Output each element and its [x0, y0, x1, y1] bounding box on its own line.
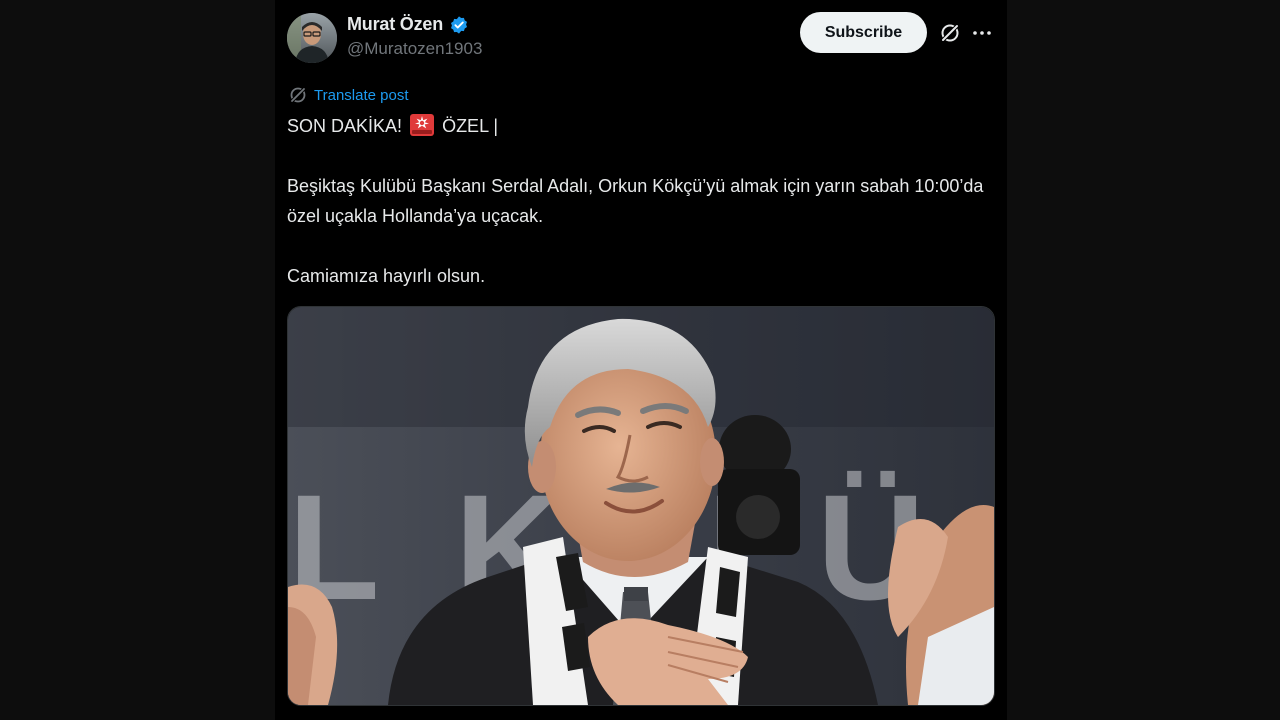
verified-badge-icon [449, 15, 469, 35]
grok-icon[interactable] [938, 21, 962, 45]
headline-text: SON DAKİKA! [287, 116, 403, 136]
author-display-name[interactable]: Murat Özen [347, 14, 443, 35]
post-line-headline: SON DAKİKA! ÖZEL | [287, 111, 987, 141]
post-paragraph-closing: Camiamıza hayırlı olsun. [287, 266, 486, 286]
special-label-text: ÖZEL | [442, 116, 499, 136]
post-paragraph-main: Beşiktaş Kulübü Başkanı Serdal Adalı, Or… [287, 176, 984, 226]
translate-icon [288, 85, 308, 105]
subscribe-button[interactable]: Subscribe [800, 12, 927, 53]
post-text: SON DAKİKA! ÖZEL | Beşiktaş Kulübü Başka… [287, 111, 987, 291]
more-options-icon[interactable] [971, 21, 993, 45]
user-avatar[interactable] [287, 13, 337, 63]
post-card: Murat Özen @Muratozen1903 Subscribe Tran… [275, 0, 1007, 720]
translate-post-link[interactable]: Translate post [314, 87, 409, 104]
post-media-photo[interactable]: L KULÜ [287, 306, 995, 706]
page: Murat Özen @Muratozen1903 Subscribe Tran… [0, 0, 1280, 720]
translate-post-row[interactable]: Translate post [288, 85, 409, 105]
author-handle[interactable]: @Muratozen1903 [347, 39, 482, 59]
author-name-row[interactable]: Murat Özen [347, 14, 469, 35]
police-light-icon [409, 113, 435, 137]
